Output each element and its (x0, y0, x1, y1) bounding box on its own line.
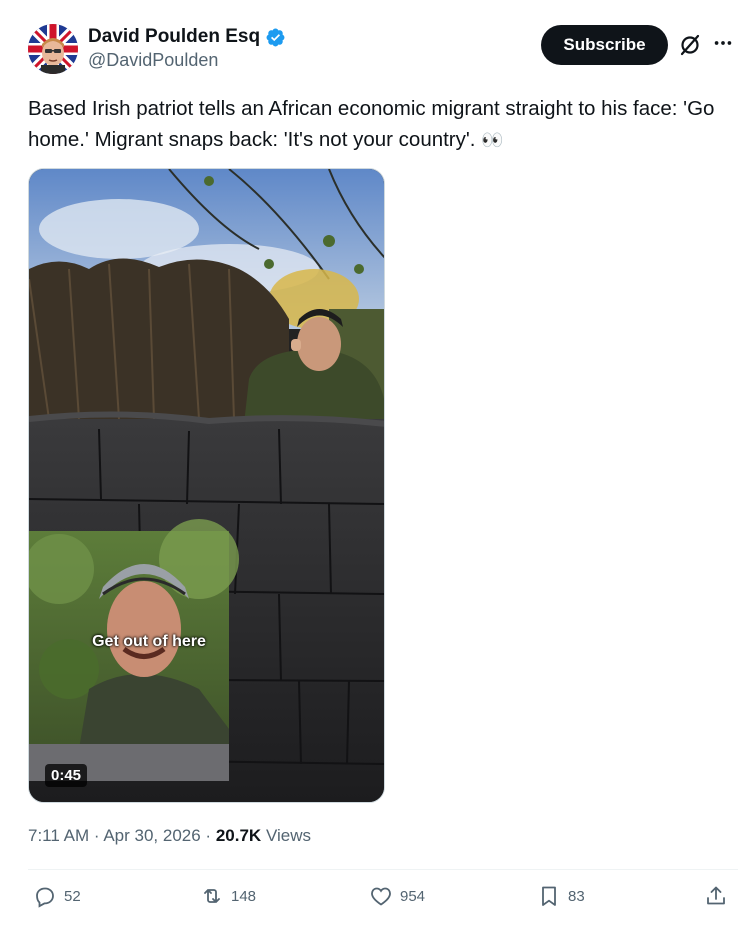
bookmark-button[interactable]: 83 (537, 884, 585, 908)
like-count: 954 (400, 887, 426, 905)
handle[interactable]: @DavidPoulden (88, 50, 286, 71)
video-duration-badge: 0:45 (45, 764, 88, 787)
share-icon (707, 886, 725, 905)
union-jack-avatar-icon (28, 24, 78, 74)
subscribe-button[interactable]: Subscribe (541, 25, 668, 65)
video-caption: Get out of here (92, 633, 206, 650)
video-thumbnail (29, 169, 384, 802)
views-count: 20.7K (215, 826, 262, 845)
reply-button[interactable]: 52 (33, 884, 81, 908)
share-button[interactable] (704, 884, 728, 908)
display-name[interactable]: David Poulden Esq (88, 26, 260, 48)
repost-button[interactable]: 148 (200, 884, 256, 908)
tweet-header: David Poulden Esq @DavidPoulden Subscrib… (28, 24, 738, 76)
verified-badge-icon[interactable] (265, 27, 286, 48)
more-options-icon[interactable] (712, 32, 734, 54)
bookmark-count: 83 (568, 887, 585, 905)
divider (28, 869, 738, 870)
action-bar: 52 148 954 83 (30, 884, 730, 916)
tweet-time[interactable]: 7:11 AM (28, 826, 89, 845)
bookmark-icon (542, 886, 556, 906)
video-player[interactable]: Get out of here 0:45 (28, 168, 385, 803)
avatar[interactable] (28, 24, 78, 74)
like-button[interactable]: 954 (369, 884, 425, 908)
repost-icon (204, 889, 220, 903)
tweet-meta: 7:11 AM · Apr 30, 2026 · 20.7K Views (28, 826, 311, 846)
meta-separator: · (205, 826, 212, 845)
reply-icon (36, 887, 54, 908)
repost-count: 148 (231, 887, 257, 905)
meta-separator: · (93, 826, 100, 845)
eyes-emoji-icon: 👀 (481, 130, 503, 150)
tweet-body: Based Irish patriot tells an African eco… (28, 97, 715, 151)
tweet-text: Based Irish patriot tells an African eco… (28, 93, 740, 156)
tweet-date[interactable]: Apr 30, 2026 (103, 826, 200, 845)
author-info: David Poulden Esq @DavidPoulden (88, 26, 286, 71)
grok-icon[interactable] (678, 33, 702, 57)
views-label: Views (265, 826, 311, 845)
heart-icon (371, 887, 391, 906)
reply-count: 52 (64, 887, 81, 905)
